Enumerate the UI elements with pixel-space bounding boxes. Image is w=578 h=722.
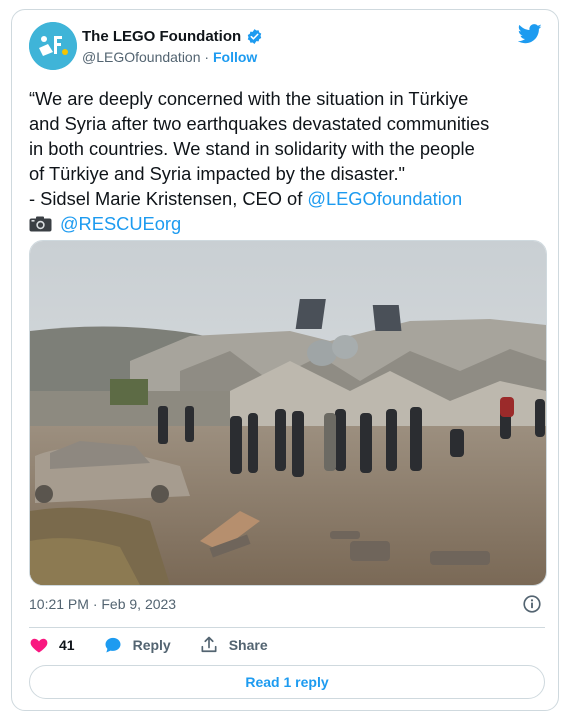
read-replies-label: Read 1 reply — [245, 674, 329, 690]
earthquake-rubble-photo — [30, 241, 546, 585]
twitter-bird-icon[interactable] — [518, 24, 542, 44]
share-icon — [201, 636, 217, 653]
mention-line: @RESCUEorg — [29, 211, 549, 236]
share-label: Share — [228, 637, 268, 653]
mention-rescueorg-link[interactable]: @RESCUEorg — [60, 213, 181, 234]
tweet-text: “We are deeply concerned with the situat… — [29, 86, 549, 236]
attribution-text: - Sidsel Marie Kristensen, CEO of — [29, 188, 308, 209]
tweet-card: The LEGO Foundation @LEGOfoundation · Fo… — [11, 9, 559, 711]
separator-dot: · — [204, 49, 210, 65]
attribution-line: - Sidsel Marie Kristensen, CEO of @LEGOf… — [29, 186, 549, 211]
camera-icon — [29, 216, 52, 232]
follow-button[interactable]: Follow — [213, 49, 257, 65]
divider — [29, 627, 545, 628]
tweet-photo[interactable] — [29, 240, 547, 586]
reply-bubble-icon — [105, 637, 121, 653]
tweet-timestamp[interactable]: 10:21 PM · Feb 9, 2023 — [29, 596, 176, 612]
tweet-actions: 41 Reply Share — [29, 634, 296, 656]
like-button[interactable]: 41 — [29, 635, 75, 655]
info-icon[interactable] — [521, 593, 543, 615]
author-name-row: The LEGO Foundation — [82, 28, 263, 45]
author-handle-row: @LEGOfoundation · Follow — [82, 49, 257, 65]
tweet-text-line: of Türkiye and Syria impacted by the dis… — [29, 163, 406, 184]
reply-button[interactable]: Reply — [103, 635, 171, 655]
mention-legofoundation-link[interactable]: @LEGOfoundation — [307, 188, 462, 209]
author-name[interactable]: The LEGO Foundation — [82, 28, 241, 45]
share-button[interactable]: Share — [199, 635, 268, 655]
heart-icon — [30, 638, 48, 653]
tweet-text-line: in both countries. We stand in solidarit… — [29, 138, 475, 159]
read-replies-button[interactable]: Read 1 reply — [29, 665, 545, 699]
reply-label: Reply — [132, 637, 171, 653]
lego-foundation-logo-icon — [29, 22, 77, 70]
author-avatar[interactable] — [29, 22, 77, 70]
tweet-text-line: and Syria after two earthquakes devastat… — [29, 113, 490, 134]
verified-badge-icon — [247, 29, 262, 44]
tweet-text-line: “We are deeply concerned with the situat… — [29, 88, 469, 109]
like-count: 41 — [59, 637, 75, 653]
author-handle[interactable]: @LEGOfoundation — [82, 49, 201, 65]
